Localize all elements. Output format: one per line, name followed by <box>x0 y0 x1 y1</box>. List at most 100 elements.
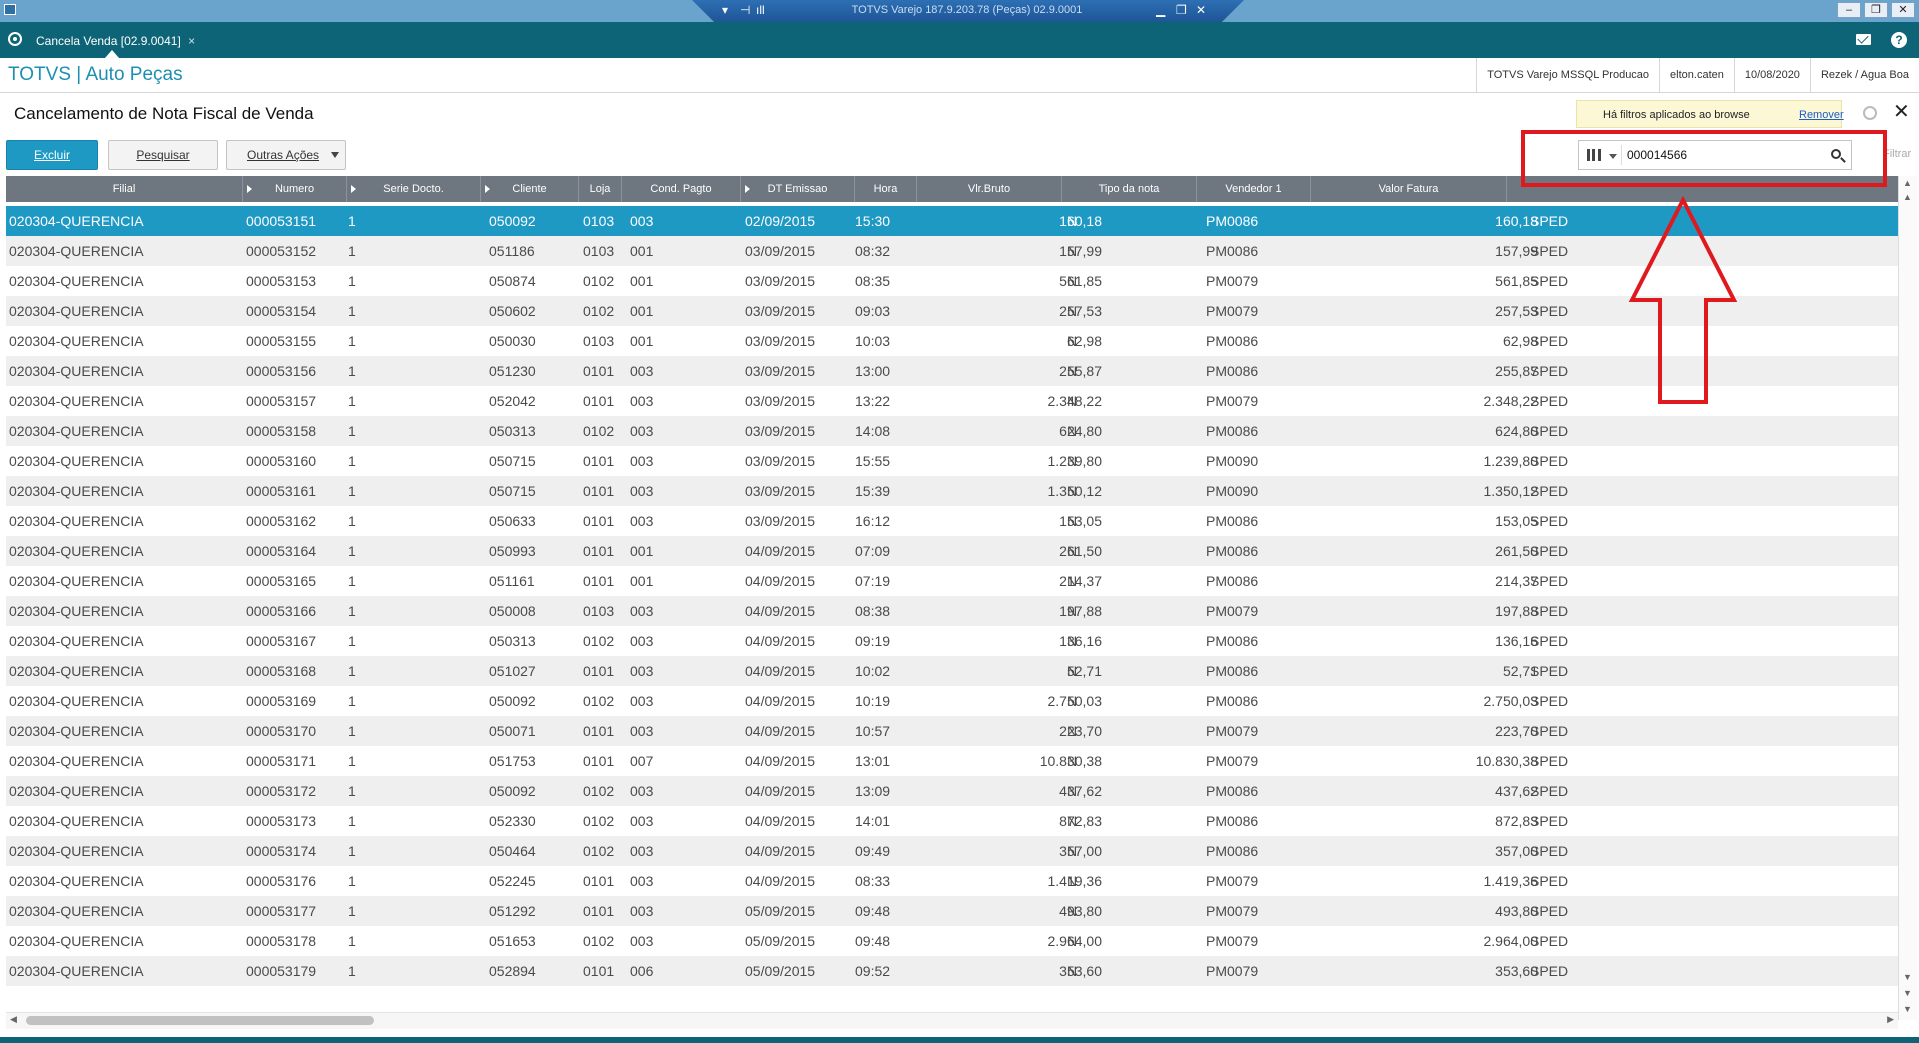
cell-tipo-nota: N <box>1067 243 1078 259</box>
filtrar-button[interactable]: Filtrar <box>1883 148 1911 160</box>
cell-hora: 07:09 <box>855 543 891 559</box>
scroll-right-icon[interactable]: ▶ <box>1887 1014 1894 1025</box>
close-icon[interactable]: ✕ <box>1196 3 1206 17</box>
table-row[interactable]: 020304-QUERENCIA 000053179 1 052894 0101 006 0… <box>6 956 1898 986</box>
column-header-loja[interactable]: Loja <box>579 176 622 202</box>
table-row[interactable]: 020304-QUERENCIA 000053172 1 050092 0102 003 0… <box>6 776 1898 806</box>
table-row[interactable]: 020304-QUERENCIA 000053166 1 050008 0103 003 0… <box>6 596 1898 626</box>
table-row[interactable]: 020304-QUERENCIA 000053168 1 051027 0101 003 0… <box>6 656 1898 686</box>
scroll-up-icon[interactable]: ▲ <box>1903 192 1912 202</box>
cell-numero: 000053164 <box>246 543 317 559</box>
mail-icon[interactable] <box>1856 34 1871 45</box>
table-row[interactable]: 020304-QUERENCIA 000053151 1 050092 0103 003 0… <box>6 206 1898 236</box>
column-header-dt-emissao[interactable]: DT Emissao <box>741 176 855 202</box>
expand-arrow-icon <box>351 185 356 193</box>
column-header-vlr-bruto[interactable]: Vlr.Bruto <box>917 176 1062 202</box>
tab-cancela-venda[interactable]: Cancela Venda [02.9.0041] × <box>36 30 209 52</box>
minimize-icon[interactable]: ▁ <box>1156 3 1165 17</box>
table-row[interactable]: 020304-QUERENCIA 000053160 1 050715 0101 003 0… <box>6 446 1898 476</box>
cell-loja: 0101 <box>583 963 615 979</box>
scroll-left-icon[interactable]: ◀ <box>10 1014 17 1025</box>
cell-cliente: 050008 <box>489 603 536 619</box>
table-row[interactable]: 020304-QUERENCIA 000053174 1 050464 0102 003 0… <box>6 836 1898 866</box>
table-row[interactable]: 020304-QUERENCIA 000053169 1 050092 0102 003 0… <box>6 686 1898 716</box>
cell-serie: 1 <box>348 813 356 829</box>
scroll-down-icon[interactable]: ▼ <box>1903 972 1912 982</box>
table-row[interactable]: 020304-QUERENCIA 000053154 1 050602 0102 001 0… <box>6 296 1898 326</box>
table-row[interactable]: 020304-QUERENCIA 000053177 1 051292 0101 003 0… <box>6 896 1898 926</box>
cell-serie: 1 <box>348 513 356 529</box>
cell-especie: SPED <box>1530 753 1569 769</box>
table-row[interactable]: 020304-QUERENCIA 000053176 1 052245 0101 003 0… <box>6 866 1898 896</box>
cell-dt-emissao: 05/09/2015 <box>745 903 816 919</box>
cell-tipo-nota: N <box>1067 873 1078 889</box>
column-label: Serie Docto. <box>383 183 444 195</box>
column-header-valor-fatura[interactable]: Valor Fatura <box>1311 176 1507 202</box>
column-header-hora[interactable]: Hora <box>855 176 917 202</box>
cell-filial: 020304-QUERENCIA <box>9 573 144 589</box>
gear-icon[interactable] <box>1863 106 1877 120</box>
close-page-icon[interactable]: ✕ <box>1893 102 1910 122</box>
column-header-tipo-nota[interactable]: Tipo da nota <box>1062 176 1197 202</box>
table-row[interactable]: 020304-QUERENCIA 000053170 1 050071 0101 003 0… <box>6 716 1898 746</box>
help-icon[interactable]: ? <box>1891 32 1907 48</box>
cell-serie: 1 <box>348 753 356 769</box>
table-row[interactable]: 020304-QUERENCIA 000053167 1 050313 0102 003 0… <box>6 626 1898 656</box>
column-header-cond-pagto[interactable]: Cond. Pagto <box>622 176 741 202</box>
table-row[interactable]: 020304-QUERENCIA 000053158 1 050313 0102 003 0… <box>6 416 1898 446</box>
table-row[interactable]: 020304-QUERENCIA 000053155 1 050030 0103 001 0… <box>6 326 1898 356</box>
table-row[interactable]: 020304-QUERENCIA 000053162 1 050633 0101 003 0… <box>6 506 1898 536</box>
pesquisar-button[interactable]: Pesquisar <box>108 140 218 170</box>
column-header-numero[interactable]: Numero <box>243 176 347 202</box>
table-row[interactable]: 020304-QUERENCIA 000053173 1 052330 0102 003 0… <box>6 806 1898 836</box>
table-row[interactable]: 020304-QUERENCIA 000053153 1 050874 0102 001 0… <box>6 266 1898 296</box>
cell-cond-pagto: 003 <box>630 663 654 679</box>
outras-acoes-label: Outras Ações <box>247 148 320 162</box>
scroll-end-icon[interactable]: ▼ <box>1903 1004 1912 1014</box>
vertical-scrollbar[interactable]: ▲ ▲ ▼ ▼ ▼ <box>1898 176 1917 1020</box>
table-row[interactable]: 020304-QUERENCIA 000053156 1 051230 0101 003 0… <box>6 356 1898 386</box>
cell-cond-pagto: 003 <box>630 453 654 469</box>
table-row[interactable]: 020304-QUERENCIA 000053152 1 051186 0103 001 0… <box>6 236 1898 266</box>
cell-cliente: 050313 <box>489 633 536 649</box>
scroll-down-icon[interactable]: ▼ <box>1903 988 1912 998</box>
cell-valor-fatura: 197,88 <box>1495 603 1538 619</box>
restore-button[interactable]: ❐ <box>1864 2 1888 18</box>
cell-dt-emissao: 04/09/2015 <box>745 663 816 679</box>
minimize-button[interactable]: – <box>1837 2 1861 18</box>
cell-dt-emissao: 04/09/2015 <box>745 693 816 709</box>
table-row[interactable]: 020304-QUERENCIA 000053161 1 050715 0101 003 0… <box>6 476 1898 506</box>
column-header-serie[interactable]: Serie Docto. <box>347 176 481 202</box>
table-row[interactable]: 020304-QUERENCIA 000053178 1 051653 0102 003 0… <box>6 926 1898 956</box>
bottom-bar <box>0 1037 1919 1043</box>
cell-hora: 08:33 <box>855 873 891 889</box>
cell-cliente: 050602 <box>489 303 536 319</box>
cell-especie: SPED <box>1530 213 1569 229</box>
close-button[interactable]: ✕ <box>1891 2 1915 18</box>
column-label: Vendedor 1 <box>1225 183 1282 195</box>
table-row[interactable]: 020304-QUERENCIA 000053157 1 052042 0101 003 0… <box>6 386 1898 416</box>
restore-icon[interactable]: ❐ <box>1176 3 1187 17</box>
dropdown-arrow-icon[interactable]: ▾ <box>722 3 728 17</box>
column-header-filial[interactable]: Filial <box>6 176 243 202</box>
horizontal-scrollbar[interactable]: ◀ ▶ <box>6 1012 1898 1029</box>
scroll-up-icon[interactable]: ▲ <box>1903 178 1912 188</box>
cell-tipo-nota: N <box>1067 483 1078 499</box>
scrollbar-thumb[interactable] <box>26 1016 374 1025</box>
column-header-vendedor[interactable]: Vendedor 1 <box>1197 176 1311 202</box>
excluir-button[interactable]: Excluir <box>6 140 98 170</box>
cell-filial: 020304-QUERENCIA <box>9 663 144 679</box>
remote-desktop-bar: ▾ ⊣ ıll TOTVS Varejo 187.9.203.78 (Peças… <box>0 0 1919 22</box>
table-row[interactable]: 020304-QUERENCIA 000053165 1 051161 0101 001 0… <box>6 566 1898 596</box>
totvs-logo-icon[interactable] <box>8 32 22 46</box>
cell-numero: 000053155 <box>246 333 317 349</box>
remove-filter-link[interactable]: Remover <box>1799 109 1844 121</box>
column-label: Vlr.Bruto <box>967 183 1011 195</box>
pin-icon[interactable]: ⊣ <box>740 3 750 17</box>
column-header-cliente[interactable]: Cliente <box>481 176 579 202</box>
table-row[interactable]: 020304-QUERENCIA 000053164 1 050993 0101 001 0… <box>6 536 1898 566</box>
outras-acoes-button[interactable]: Outras Ações <box>226 140 346 170</box>
tab-close-icon[interactable]: × <box>188 34 195 48</box>
remote-connection-bar: ▾ ⊣ ıll TOTVS Varejo 187.9.203.78 (Peças… <box>692 0 1244 22</box>
table-row[interactable]: 020304-QUERENCIA 000053171 1 051753 0101 007 0… <box>6 746 1898 776</box>
